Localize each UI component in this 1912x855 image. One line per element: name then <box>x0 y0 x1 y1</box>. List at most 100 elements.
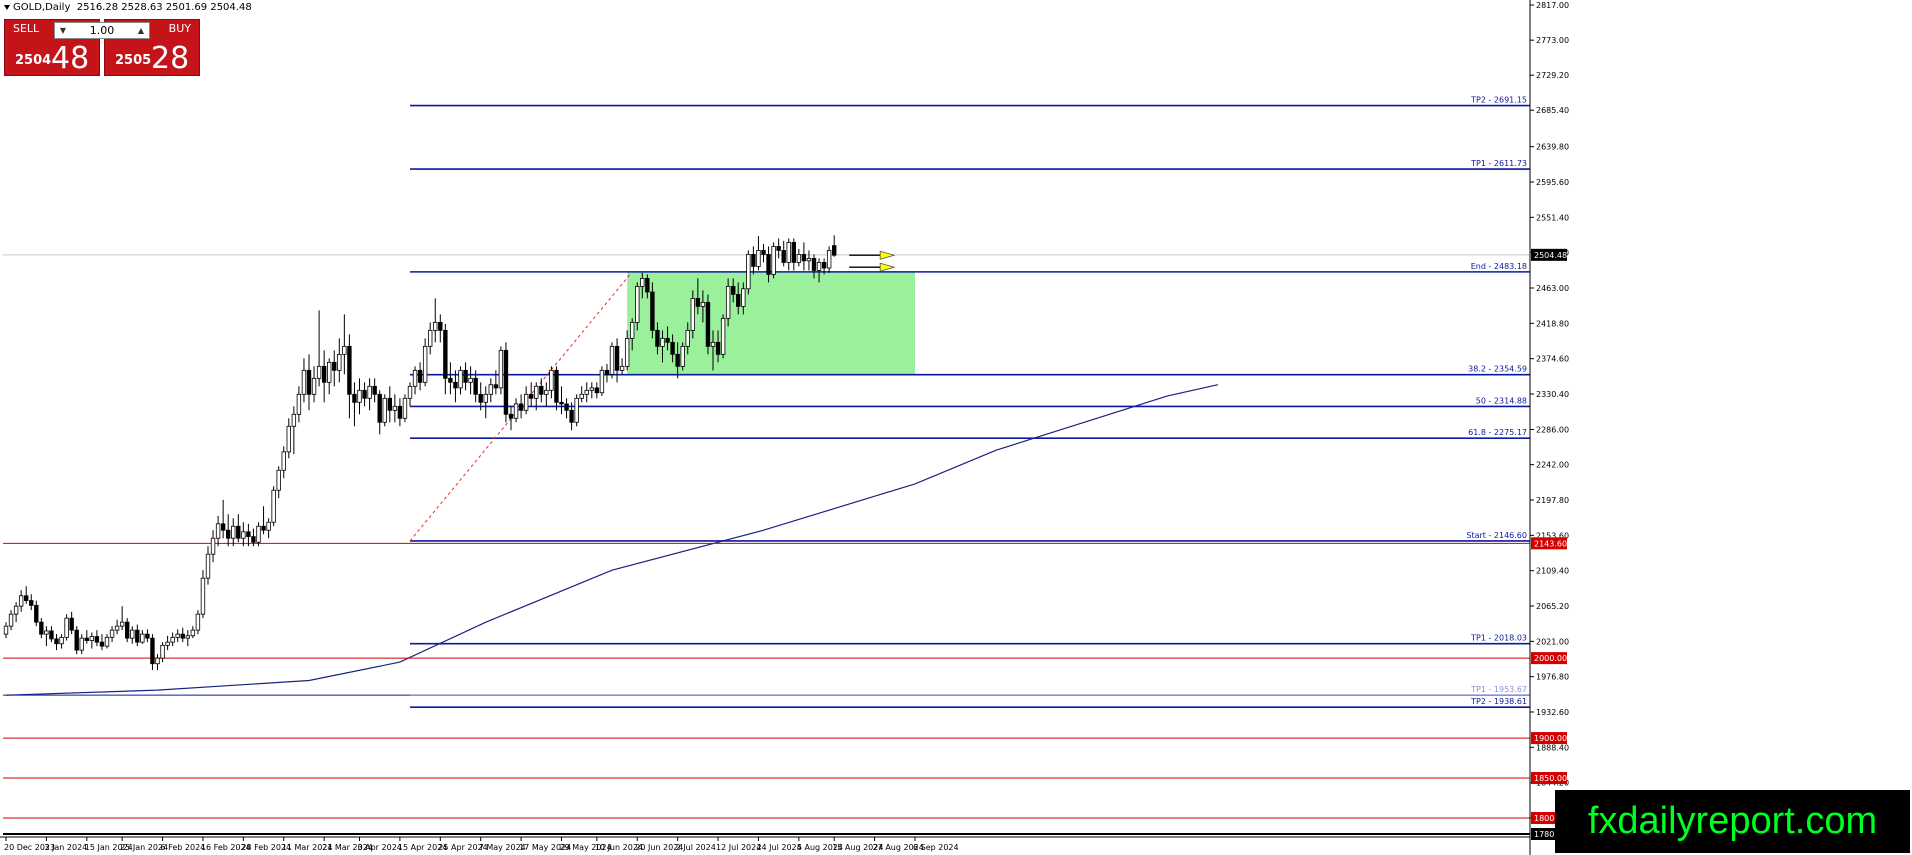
candle-body <box>624 337 630 367</box>
candle <box>190 626 196 639</box>
chevron-down-icon[interactable]: ▼ <box>56 23 70 38</box>
candle-body <box>155 657 160 665</box>
candle <box>539 378 544 403</box>
candle-body <box>23 595 29 601</box>
candle-body <box>377 393 382 423</box>
level-label: TP1 - 2018.03 <box>1470 634 1527 643</box>
chevron-up-icon[interactable]: ▲ <box>134 23 148 38</box>
candle-body <box>352 393 357 403</box>
candle-body <box>741 288 746 307</box>
candle-body <box>246 531 251 538</box>
candle <box>225 514 231 547</box>
candle-body <box>518 403 524 411</box>
candle-body <box>241 531 246 539</box>
time-tick-label: 3 Apr 2024 <box>358 843 402 852</box>
candle-body <box>291 413 297 427</box>
candle <box>241 522 246 547</box>
candle-body <box>160 644 165 659</box>
candle-body <box>326 361 332 383</box>
candle-body <box>190 629 196 637</box>
candle <box>468 366 473 395</box>
candle <box>205 546 211 585</box>
candle <box>306 354 312 411</box>
candle <box>316 310 322 387</box>
candle <box>503 342 509 423</box>
candle <box>518 394 524 419</box>
time-tick-label: 3 Jan 2024 <box>44 843 87 852</box>
candle <box>291 406 297 455</box>
candle <box>271 486 276 527</box>
candle-body <box>438 321 443 331</box>
candle <box>89 632 95 649</box>
candle-body <box>412 369 418 387</box>
candle-body <box>731 285 736 295</box>
price-tick-label: 2595.60 <box>1536 178 1569 187</box>
candle-body <box>433 321 438 331</box>
candle-body <box>705 301 711 347</box>
candle <box>23 586 29 604</box>
price-tick-label: 2418.80 <box>1536 319 1569 328</box>
candle <box>402 394 408 423</box>
candle-body <box>407 385 413 399</box>
price-tick-label: 2197.80 <box>1536 496 1569 505</box>
candle <box>786 238 791 271</box>
candle-body <box>448 377 453 383</box>
candle <box>796 248 802 267</box>
candle-body <box>680 345 685 367</box>
price-chart[interactable]: TP2 - 2691.15 TP1 - 2611.73 End - 2483.18 3… <box>0 0 1912 855</box>
candle <box>99 634 105 651</box>
candle-body <box>458 369 463 389</box>
candle <box>94 630 100 647</box>
candle <box>564 398 569 419</box>
candle-body <box>720 317 726 355</box>
price-tag-label: 1850.00 <box>1534 774 1567 783</box>
candle-body <box>816 262 822 271</box>
candle-body <box>59 636 64 645</box>
candle <box>705 294 711 355</box>
candle-body <box>453 381 458 389</box>
candle-body <box>140 633 145 643</box>
candle <box>619 358 625 375</box>
candle-body <box>806 258 812 262</box>
candle <box>29 594 34 611</box>
candle <box>771 242 776 279</box>
candle-body <box>29 600 34 606</box>
triangle-down-icon[interactable] <box>4 4 10 10</box>
candle <box>826 246 832 273</box>
candle-body <box>357 389 362 403</box>
candle <box>801 242 807 271</box>
price-tag: 1900.00 <box>1531 732 1567 745</box>
candle <box>458 366 463 395</box>
candle <box>443 323 448 395</box>
lot-size-input[interactable]: ▼ 1.00 ▲ <box>54 22 150 39</box>
candle-body <box>478 393 483 403</box>
candle-body <box>54 638 59 645</box>
candle-body <box>251 536 256 543</box>
candle-body <box>832 245 837 256</box>
candle-body <box>200 577 206 615</box>
candle-body <box>104 636 110 647</box>
candle-body <box>210 537 216 555</box>
candle <box>321 350 327 403</box>
candle-body <box>564 403 569 411</box>
candle-body <box>271 489 276 523</box>
candle <box>286 418 291 459</box>
price-tag: 2143.60 <box>1531 537 1567 550</box>
candle-body <box>483 393 488 403</box>
price-tag-label: 2000.00 <box>1534 654 1567 663</box>
candle-body <box>367 385 372 399</box>
candle <box>150 634 155 671</box>
level-label: 61.8 - 2275.17 <box>1468 428 1527 437</box>
candle <box>589 382 594 399</box>
candle-body <box>554 369 559 403</box>
candle <box>756 236 761 271</box>
candle-body <box>645 278 650 293</box>
price-tick-label: 2065.20 <box>1536 602 1569 611</box>
candle <box>523 386 529 415</box>
candle <box>54 634 59 651</box>
moving-average-line <box>5 384 1219 696</box>
candle-body <box>508 413 514 419</box>
candle-body <box>619 365 625 371</box>
candle <box>347 334 352 419</box>
candle-body <box>529 393 534 399</box>
